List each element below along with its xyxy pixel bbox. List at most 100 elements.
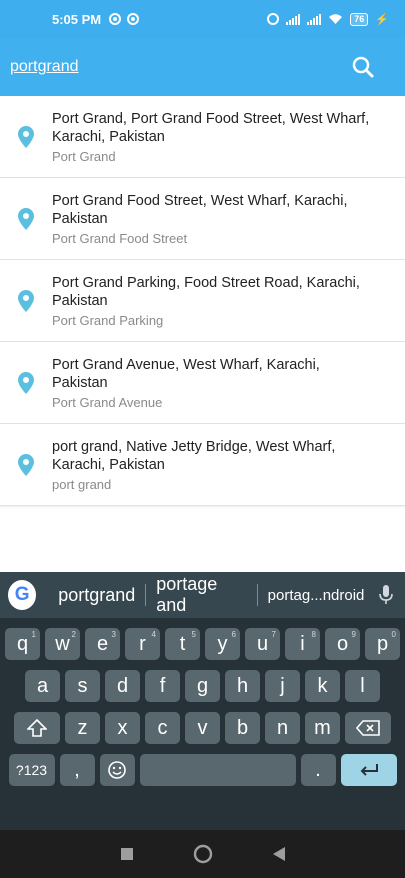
result-subtitle: Port Grand	[52, 148, 116, 164]
key-number-hint: 3	[111, 630, 116, 639]
key-h[interactable]: h	[225, 670, 260, 702]
status-bar: 5:05 PM 76 ⚡	[0, 0, 405, 38]
key-n[interactable]: n	[265, 712, 300, 744]
key-number-hint: 7	[271, 630, 276, 639]
result-item[interactable]: Port Grand Food Street, West Wharf, Kara…	[0, 178, 405, 260]
key-c[interactable]: c	[145, 712, 180, 744]
key-g[interactable]: g	[185, 670, 220, 702]
enter-icon	[360, 764, 378, 776]
key-l[interactable]: l	[345, 670, 380, 702]
search-button[interactable]	[343, 47, 383, 87]
key-v[interactable]: v	[185, 712, 220, 744]
key-d[interactable]: d	[105, 670, 140, 702]
key-w[interactable]: 2w	[45, 628, 80, 660]
key-number-hint: 5	[191, 630, 196, 639]
search-icon	[352, 56, 374, 78]
key-j[interactable]: j	[265, 670, 300, 702]
key-e[interactable]: 3e	[85, 628, 120, 660]
status-icons: 76 ⚡	[267, 12, 389, 26]
status-time: 5:05 PM	[52, 11, 102, 27]
key-r[interactable]: 4r	[125, 628, 160, 660]
google-logo-icon[interactable]: G	[8, 580, 37, 610]
search-input[interactable]	[10, 58, 343, 76]
key-t[interactable]: 5t	[165, 628, 200, 660]
key-q[interactable]: 1q	[5, 628, 40, 660]
key-k[interactable]: k	[305, 670, 340, 702]
key-label: o	[336, 632, 349, 655]
location-pin-icon	[18, 207, 34, 230]
key-label: u	[256, 632, 269, 655]
symbols-key[interactable]: ?123	[8, 754, 55, 786]
location-pin-icon	[18, 125, 34, 148]
comma-key[interactable]: ,	[59, 754, 95, 786]
key-m[interactable]: m	[305, 712, 340, 744]
result-item[interactable]: Port Grand Avenue, West Wharf, Karachi, …	[0, 342, 405, 424]
space-key[interactable]	[139, 754, 296, 786]
key-number-hint: 0	[391, 630, 396, 639]
backspace-icon	[356, 720, 380, 736]
result-item[interactable]: Port Grand, Port Grand Food Street, West…	[0, 96, 405, 178]
suggestion-1[interactable]: portgrand	[48, 585, 145, 606]
notification-icon	[127, 13, 140, 25]
home-icon[interactable]	[193, 844, 213, 864]
result-subtitle: Port Grand Parking	[52, 312, 164, 328]
charging-icon: ⚡	[375, 13, 389, 26]
key-u[interactable]: 7u	[245, 628, 280, 660]
result-subtitle: port grand	[52, 476, 112, 492]
period-key[interactable]: .	[300, 754, 336, 786]
key-number-hint: 6	[231, 630, 236, 639]
shift-key[interactable]	[14, 712, 60, 744]
battery-icon: 76	[350, 12, 369, 26]
backspace-key[interactable]	[345, 712, 391, 744]
key-number-hint: 8	[311, 630, 316, 639]
result-subtitle: Port Grand Food Street	[52, 230, 188, 246]
key-number-hint: 9	[351, 630, 356, 639]
back-icon[interactable]	[272, 846, 286, 862]
suggestion-bar: G portgrand portage and portag...ndroid	[0, 572, 405, 618]
suggestion-2[interactable]: portage and	[146, 574, 256, 616]
mic-button[interactable]	[374, 585, 397, 605]
signal-icon	[307, 13, 322, 25]
recents-icon[interactable]	[120, 847, 134, 861]
enter-key[interactable]	[340, 754, 397, 786]
key-row-3: zxcvbnm	[0, 712, 405, 744]
result-title: Port Grand, Port Grand Food Street, West…	[52, 110, 370, 145]
key-label: y	[217, 632, 228, 655]
key-label: w	[55, 632, 70, 655]
key-s[interactable]: s	[65, 670, 100, 702]
suggestion-3[interactable]: portag...ndroid	[258, 587, 375, 604]
key-label: q	[16, 632, 29, 655]
result-title: port grand, Native Jetty Bridge, West Wh…	[52, 438, 336, 473]
result-title: Port Grand Food Street, West Wharf, Kara…	[52, 192, 348, 227]
key-label: e	[96, 632, 109, 655]
location-pin-icon	[18, 289, 34, 312]
key-i[interactable]: 8i	[285, 628, 320, 660]
key-label: i	[300, 632, 305, 655]
result-subtitle: Port Grand Avenue	[52, 394, 163, 410]
key-p[interactable]: 0p	[365, 628, 400, 660]
key-f[interactable]: f	[145, 670, 180, 702]
notification-icon	[109, 13, 122, 25]
key-z[interactable]: z	[65, 712, 100, 744]
location-pin-icon	[18, 453, 34, 476]
navigation-bar	[0, 830, 405, 878]
key-x[interactable]: x	[105, 712, 140, 744]
result-title: Port Grand Avenue, West Wharf, Karachi, …	[52, 356, 320, 391]
key-row-1: 1q2w3e4r5t6y7u8i9o0p	[0, 628, 405, 660]
key-y[interactable]: 6y	[205, 628, 240, 660]
emoji-key[interactable]	[99, 754, 135, 786]
result-item[interactable]: Port Grand Parking, Food Street Road, Ka…	[0, 260, 405, 342]
results-list: Port Grand, Port Grand Food Street, West…	[0, 96, 405, 506]
key-o[interactable]: 9o	[325, 628, 360, 660]
key-label: p	[376, 632, 389, 655]
shift-icon	[27, 719, 47, 737]
signal-icon	[286, 13, 301, 25]
key-b[interactable]: b	[225, 712, 260, 744]
alarm-icon	[267, 13, 280, 25]
key-row-2: asdfghjkl	[0, 670, 405, 702]
key-a[interactable]: a	[25, 670, 60, 702]
search-header	[0, 38, 405, 96]
location-pin-icon	[18, 371, 34, 394]
result-item[interactable]: port grand, Native Jetty Bridge, West Wh…	[0, 424, 405, 506]
key-number-hint: 1	[31, 630, 36, 639]
